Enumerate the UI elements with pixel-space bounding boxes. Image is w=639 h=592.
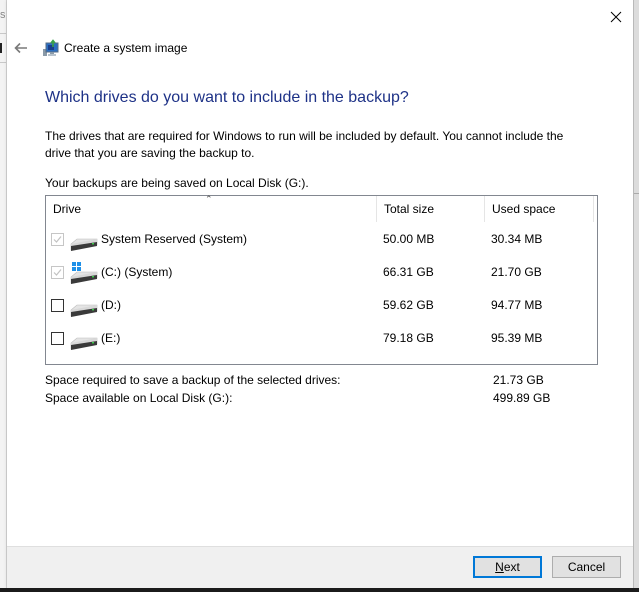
sort-up-icon: ⌃ — [205, 194, 213, 204]
hard-drive-icon — [70, 238, 98, 251]
system-image-icon — [43, 39, 59, 56]
drive-checkbox[interactable] — [51, 233, 64, 246]
background-divider — [0, 33, 6, 34]
drive-name: System Reserved (System) — [101, 232, 248, 246]
column-header-total-size[interactable]: Total size — [376, 196, 484, 222]
drive-total-size: 50.00 MB — [383, 232, 435, 246]
drive-used-space: 21.70 GB — [491, 265, 542, 279]
drive-name: (E:) — [101, 331, 121, 345]
column-header-total-size-label: Total size — [384, 202, 435, 216]
space-required-value: 21.73 GB — [493, 373, 544, 387]
space-available-label: Space available on Local Disk (G:): — [45, 391, 233, 405]
close-icon — [610, 11, 622, 23]
drive-used-space: 94.77 MB — [491, 298, 543, 312]
drive-used-space: 95.39 MB — [491, 331, 543, 345]
column-header-used-space-label: Used space — [492, 202, 556, 216]
drive-used-space: 30.34 MB — [491, 232, 543, 246]
background-divider — [0, 62, 6, 63]
drive-total-size: 59.62 GB — [383, 298, 434, 312]
drive-row-e[interactable]: (E:) 79.18 GB 95.39 MB — [46, 321, 597, 354]
next-button[interactable]: Next — [473, 556, 542, 578]
drive-name: (D:) — [101, 298, 121, 312]
background-marker — [0, 43, 2, 53]
space-available-value: 499.89 GB — [493, 391, 551, 405]
checkmark-icon — [53, 269, 62, 276]
space-required-label: Space required to save a backup of the s… — [45, 373, 341, 387]
window-title: Create a system image — [64, 41, 188, 55]
windows-drive-icon — [70, 262, 98, 284]
background-divider — [634, 193, 639, 194]
create-system-image-dialog: Create a system image Which drives do yo… — [7, 0, 634, 588]
column-header-used-space[interactable]: Used space — [484, 196, 594, 222]
next-button-mnemonic: N — [495, 560, 504, 574]
drive-total-size: 66.31 GB — [383, 265, 434, 279]
taskbar-edge — [0, 588, 639, 592]
navigation-bar: Create a system image — [7, 38, 633, 60]
drive-list[interactable]: Drive ⌃ Total size Used space System Res… — [45, 194, 598, 365]
drive-row-system-reserved[interactable]: System Reserved (System) 50.00 MB 30.34 … — [46, 222, 597, 255]
background-window-text: s — [0, 9, 5, 21]
close-button[interactable] — [603, 6, 629, 28]
page-description: The drives that are required for Windows… — [45, 129, 564, 160]
back-button[interactable] — [13, 40, 29, 56]
drive-row-c[interactable]: (C:) (System) 66.31 GB 21.70 GB — [46, 255, 597, 288]
background-window-edge-right — [634, 0, 639, 588]
page-heading: Which drives do you want to include in t… — [45, 89, 409, 106]
drive-list-header: Drive ⌃ Total size Used space — [46, 194, 597, 222]
drive-name: (C:) (System) — [101, 265, 173, 279]
column-header-drive-label: Drive — [53, 202, 82, 216]
save-location-note: Your backups are being saved on Local Di… — [45, 176, 309, 190]
drive-checkbox[interactable] — [51, 266, 64, 279]
drive-checkbox[interactable] — [51, 299, 64, 312]
back-arrow-icon — [14, 42, 27, 54]
next-button-label: ext — [503, 560, 520, 574]
drive-checkbox[interactable] — [51, 332, 64, 345]
hard-drive-icon — [70, 304, 98, 317]
dialog-footer: Next Cancel — [7, 546, 633, 588]
background-window-edge: s — [0, 0, 7, 588]
hard-drive-icon — [70, 337, 98, 350]
drive-row-d[interactable]: (D:) 59.62 GB 94.77 MB — [46, 288, 597, 321]
cancel-button[interactable]: Cancel — [552, 556, 621, 578]
checkmark-icon — [53, 236, 62, 243]
drive-total-size: 79.18 GB — [383, 331, 434, 345]
